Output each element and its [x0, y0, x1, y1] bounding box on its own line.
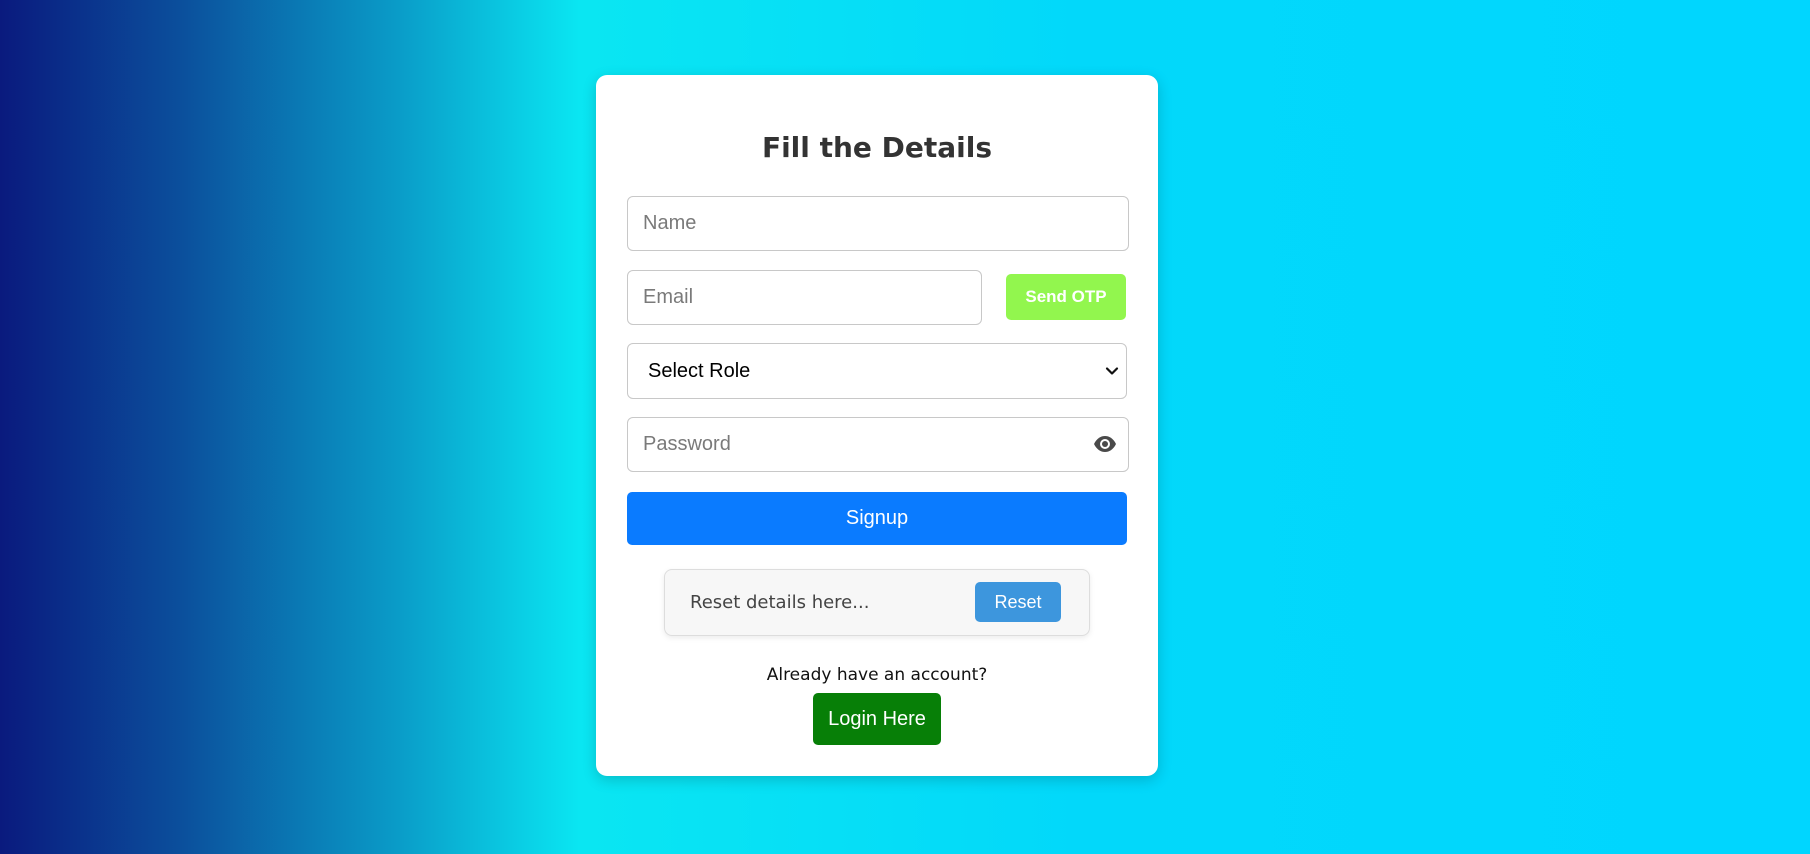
reset-text: Reset details here...: [690, 592, 870, 613]
signup-card: Fill the Details Send OTP Select Role Si…: [596, 75, 1158, 776]
reset-button[interactable]: Reset: [975, 582, 1061, 622]
already-account-text: Already have an account?: [766, 665, 988, 685]
eye-icon[interactable]: [1093, 434, 1117, 454]
email-input[interactable]: [627, 270, 982, 325]
password-input[interactable]: [627, 417, 1129, 472]
role-select[interactable]: Select Role: [627, 343, 1127, 399]
signup-button[interactable]: Signup: [627, 492, 1127, 545]
password-wrapper: [627, 417, 1129, 472]
role-select-value: Select Role: [648, 359, 751, 382]
chevron-down-icon: [1105, 367, 1119, 375]
reset-panel: Reset details here... Reset: [664, 569, 1090, 636]
send-otp-button[interactable]: Send OTP: [1006, 274, 1126, 320]
login-button[interactable]: Login Here: [813, 693, 941, 745]
name-input[interactable]: [627, 196, 1129, 251]
form-title: Fill the Details: [761, 131, 993, 164]
